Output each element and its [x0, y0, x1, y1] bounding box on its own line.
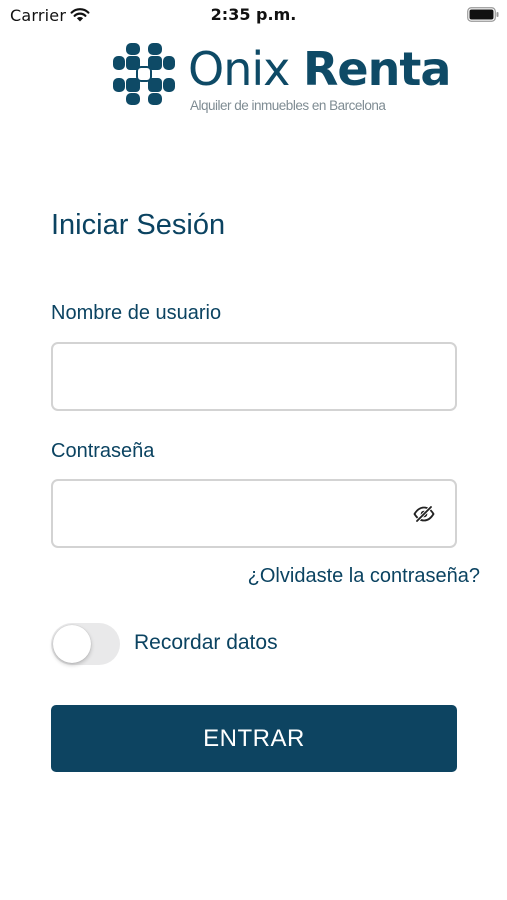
password-field[interactable] [51, 479, 457, 548]
logo-name-light: Onix [188, 42, 290, 96]
remember-label: Recordar datos [134, 631, 278, 654]
forgot-password-link[interactable]: ¿Olvidaste la contraseña? [248, 565, 480, 588]
remember-toggle[interactable] [51, 623, 120, 665]
username-field[interactable] [51, 342, 457, 411]
logo-tagline: Alquiler de inmuebles en Barcelona [190, 98, 386, 113]
app-logo: Onix Renta Alquiler de inmuebles en Barc… [112, 42, 451, 116]
page-title: Iniciar Sesión [51, 209, 226, 241]
username-label: Nombre de usuario [51, 302, 222, 324]
logo-name-bold: Renta [303, 42, 451, 96]
login-button[interactable]: ENTRAR [51, 705, 457, 772]
eye-slash-icon[interactable] [413, 505, 435, 523]
status-time: 2:35 p.m. [210, 5, 297, 24]
logo-wordmark: Onix Renta [188, 42, 451, 96]
onix-logo-mark-icon [112, 42, 176, 111]
password-label: Contraseña [51, 440, 155, 462]
status-bar: Carrier 2:35 p.m. [0, 0, 507, 34]
battery-icon [467, 7, 499, 22]
toggle-knob [53, 625, 91, 663]
remember-row: Recordar datos [51, 622, 351, 666]
